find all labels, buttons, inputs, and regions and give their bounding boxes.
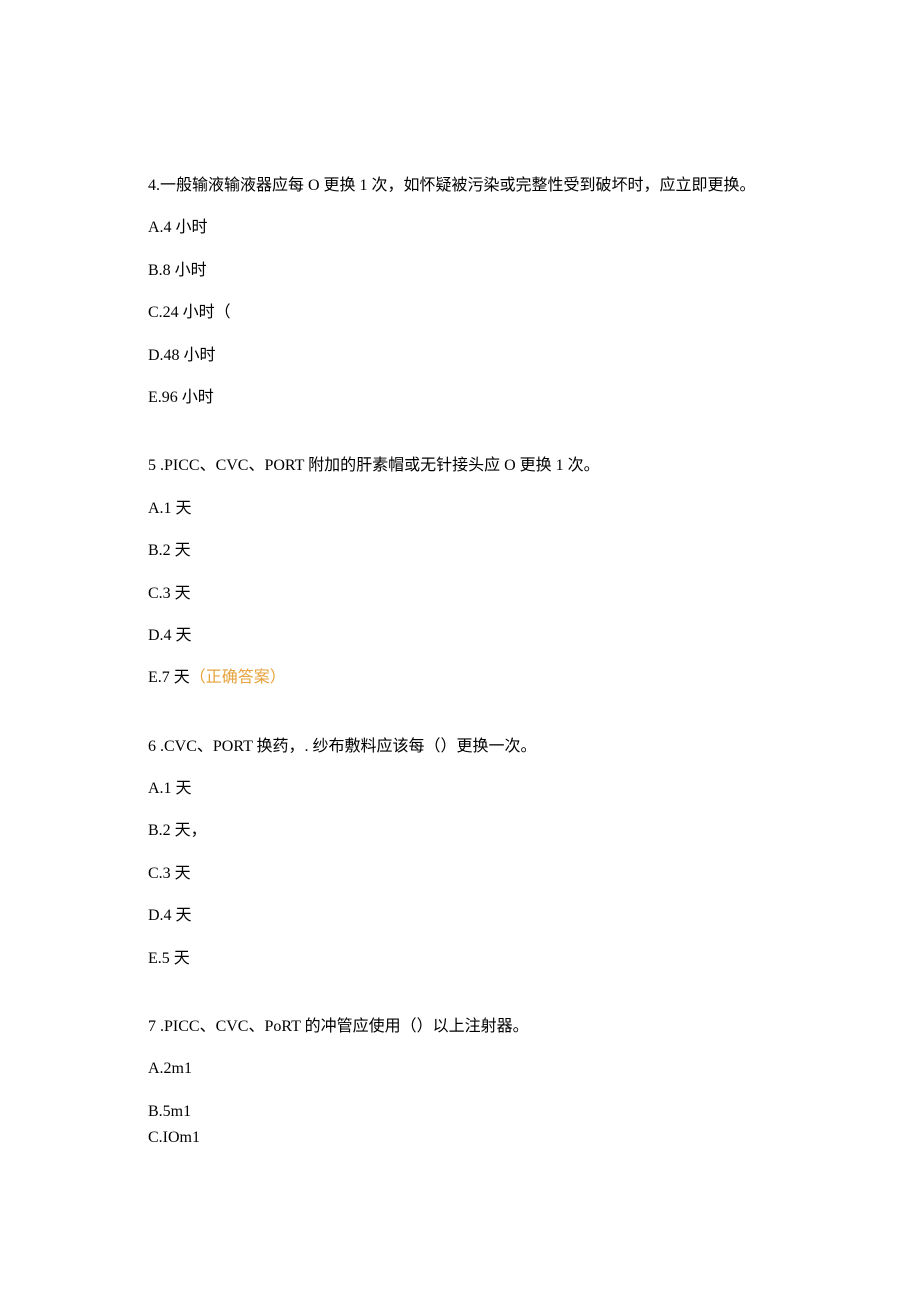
answer-option-text: A.1 天 <box>148 780 192 797</box>
answer-option: A.4 小时 <box>148 217 780 239</box>
question-stem: 7 .PICC、CVC、PoRT 的冲管应使用（）以上注射器。 <box>148 1016 780 1038</box>
document-page: 4.一般输液输液器应每 O 更换 1 次，如怀疑被污染或完整性受到破坏时，应立即… <box>0 0 920 1290</box>
answer-option: B.5m1 <box>148 1101 780 1123</box>
question-stem: 6 .CVC、PORT 换药，. 纱布敷料应该每（）更换一次。 <box>148 736 780 758</box>
question-separator <box>148 429 780 455</box>
answer-option: A.2m1 <box>148 1058 780 1080</box>
answer-option-text: B.5m1 <box>148 1103 191 1120</box>
answer-option: D.4 天 <box>148 905 780 927</box>
answer-option-text: A.2m1 <box>148 1060 192 1077</box>
answer-option: E.96 小时 <box>148 387 780 409</box>
answer-option-text: B.2 天， <box>148 822 207 839</box>
correct-answer-marker: （正确答案） <box>190 669 286 686</box>
answer-option: E.7 天（正确答案） <box>148 667 780 689</box>
question-stem: 4.一般输液输液器应每 O 更换 1 次，如怀疑被污染或完整性受到破坏时，应立即… <box>148 175 780 197</box>
answer-option-text: B.8 小时 <box>148 262 207 279</box>
answer-option-text: A.1 天 <box>148 500 192 517</box>
answer-option-text: E.5 天 <box>148 950 190 967</box>
answer-option-text: D.48 小时 <box>148 347 216 364</box>
answer-option: D.48 小时 <box>148 345 780 367</box>
question-stem: 5 .PICC、CVC、PORT 附加的肝素帽或无针接头应 O 更换 1 次。 <box>148 455 780 477</box>
answer-option: C.IOm1 <box>148 1127 780 1149</box>
answer-option-text: E.96 小时 <box>148 389 214 406</box>
answer-option: A.1 天 <box>148 498 780 520</box>
answer-option: C.3 天 <box>148 583 780 605</box>
answer-option: B.2 天 <box>148 540 780 562</box>
answer-option-text: D.4 天 <box>148 627 192 644</box>
question-separator <box>148 990 780 1016</box>
answer-option: C.24 小时（ <box>148 302 780 324</box>
answer-option: E.5 天 <box>148 948 780 970</box>
answer-option: C.3 天 <box>148 863 780 885</box>
answer-option-text: E.7 天 <box>148 669 190 686</box>
answer-option-text: A.4 小时 <box>148 219 208 236</box>
question-separator <box>148 710 780 736</box>
answer-option-text: D.4 天 <box>148 907 192 924</box>
answer-option-text: B.2 天 <box>148 542 191 559</box>
answer-option-text: C.3 天 <box>148 585 191 602</box>
answer-option-text: C.IOm1 <box>148 1129 200 1146</box>
answer-option-text: C.3 天 <box>148 865 191 882</box>
answer-option: A.1 天 <box>148 778 780 800</box>
answer-option: B.2 天， <box>148 820 780 842</box>
answer-option-text: C.24 小时（ <box>148 304 231 321</box>
answer-option: D.4 天 <box>148 625 780 647</box>
answer-option: B.8 小时 <box>148 260 780 282</box>
